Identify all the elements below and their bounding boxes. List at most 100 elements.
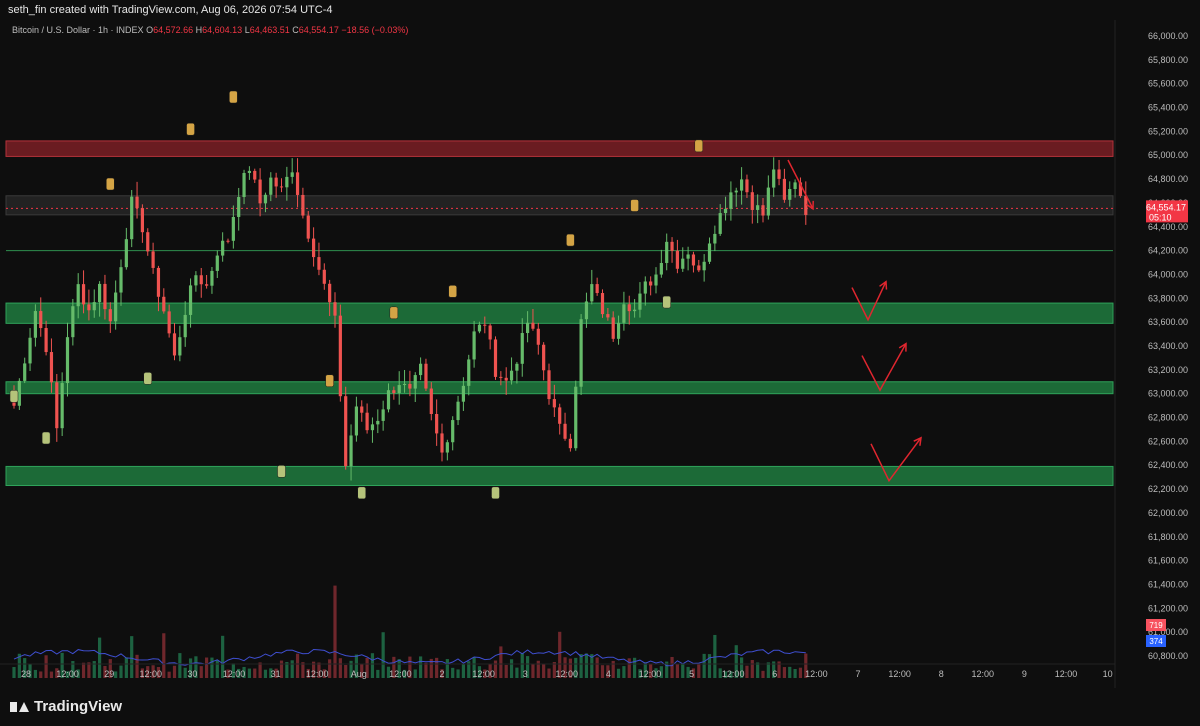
candle-body (253, 170, 257, 180)
volume-bar (130, 636, 134, 678)
candle-body (681, 258, 685, 269)
last-price-tag-timer: 05:10 (1149, 212, 1172, 222)
y-tick-label: 62,400.00 (1148, 460, 1188, 470)
candle-body (71, 306, 75, 338)
candle-body (65, 337, 70, 384)
candle-body (242, 172, 246, 198)
volume-bar (750, 659, 754, 678)
candle (424, 358, 428, 391)
candle-body (451, 420, 455, 443)
candle (360, 400, 364, 422)
candle-body (76, 284, 80, 307)
y-tick-label: 65,000.00 (1148, 150, 1188, 160)
candle-body (793, 182, 797, 190)
candle-body (365, 412, 369, 431)
swing-high-marker (389, 306, 399, 320)
volume-bar (745, 665, 749, 678)
candle-body (445, 442, 449, 453)
candle-body (263, 194, 268, 204)
candle-body (424, 363, 428, 389)
volume-bar (119, 665, 123, 678)
volume-bar (697, 663, 701, 678)
y-tick-label: 61,200.00 (1148, 603, 1188, 613)
candle-body (44, 328, 48, 353)
candle (237, 187, 241, 231)
candle (397, 371, 401, 405)
x-tick-label: Aug (351, 669, 367, 679)
candle-body (499, 376, 503, 378)
volume-bar (135, 654, 139, 678)
y-tick-label: 64,000.00 (1148, 269, 1188, 279)
candle (558, 403, 562, 435)
candle (413, 372, 417, 403)
volume-bar (579, 654, 583, 678)
volume-bar (328, 659, 332, 678)
candle-body (467, 359, 471, 386)
candle-body (81, 284, 86, 305)
volume-bar (87, 662, 91, 678)
price-chart[interactable]: 66,000.00 65,800.00 65,600.00 65,400.00 65,2… (0, 20, 1200, 688)
candle-body (697, 265, 701, 271)
candle-body (114, 292, 118, 322)
y-tick-label: 62,600.00 (1148, 436, 1188, 446)
candle-body (483, 324, 487, 326)
x-tick-label: 6 (772, 669, 777, 679)
x-tick-label: 12:00 (639, 669, 662, 679)
last-price-tag-value: 64,554.17 (1146, 202, 1186, 212)
candle (697, 259, 701, 273)
volume-bar (167, 671, 171, 678)
candle-body (274, 177, 278, 187)
x-tick-label: 10 (1103, 669, 1113, 679)
candle-body (675, 250, 679, 269)
candle-body (92, 302, 96, 311)
candle (793, 179, 797, 198)
candle-body (611, 317, 615, 339)
y-tick-label: 62,800.00 (1148, 413, 1188, 423)
swing-low-marker (143, 372, 152, 385)
candle (247, 166, 251, 180)
candle-body (734, 190, 738, 193)
x-tick-label: 12:00 (56, 669, 79, 679)
candle (338, 304, 342, 402)
volume-bar (627, 658, 631, 678)
candle (312, 227, 316, 267)
y-tick-label: 65,600.00 (1148, 79, 1188, 89)
candle (435, 399, 439, 446)
swing-low-marker (41, 431, 51, 445)
volume-bar (504, 664, 508, 678)
candle-body (777, 169, 781, 179)
volume-bar (381, 632, 385, 678)
y-tick-label: 60,800.00 (1148, 651, 1188, 661)
candle-body (627, 304, 631, 312)
candle (119, 259, 123, 306)
candle (782, 168, 786, 203)
volume-bar (761, 670, 765, 678)
volume-bar (370, 653, 375, 678)
candle-body (156, 267, 161, 297)
candle (199, 267, 203, 298)
candle (777, 159, 781, 186)
x-tick-label: 12:00 (1055, 669, 1078, 679)
candle-body (729, 192, 733, 209)
volume-bar (611, 660, 615, 678)
candle (28, 328, 32, 371)
candle-body (333, 302, 337, 316)
candle-body (435, 413, 439, 434)
candle-body (670, 241, 674, 251)
y-tick-label: 64,800.00 (1148, 174, 1188, 184)
x-tick-label: 8 (939, 669, 944, 679)
candle-body (643, 281, 647, 294)
candle-body (574, 386, 578, 449)
x-tick-label: 12:00 (888, 669, 911, 679)
candle-body (285, 176, 289, 188)
x-tick-label: 12:00 (140, 669, 163, 679)
candle-body (440, 433, 444, 453)
candle-body (317, 257, 321, 270)
y-tick-label: 63,200.00 (1148, 365, 1188, 375)
tradingview-logo[interactable]: TradingView (10, 698, 122, 715)
candle (279, 178, 284, 193)
candle-body (659, 262, 663, 275)
candle (649, 276, 653, 296)
candle-body (493, 339, 498, 377)
volume-bar (44, 655, 48, 678)
